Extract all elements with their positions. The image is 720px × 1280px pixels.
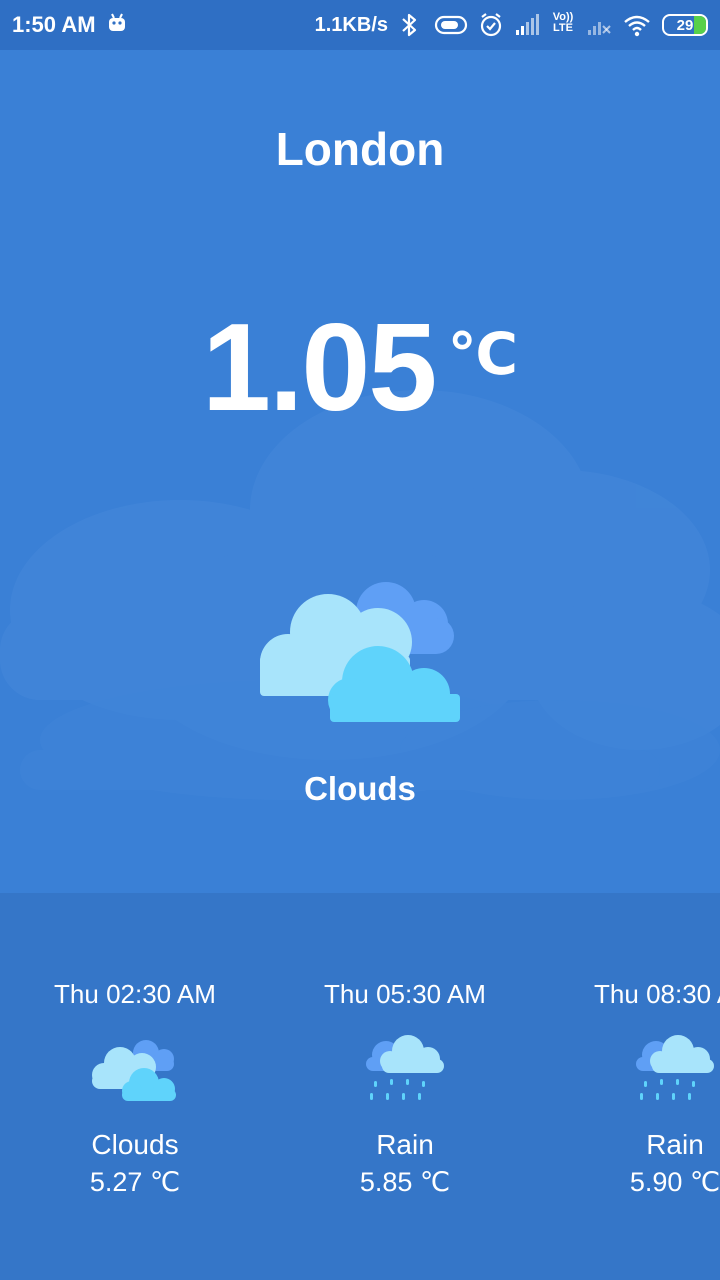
status-time: 1:50 AM <box>12 12 96 37</box>
signal-icon <box>514 12 540 38</box>
current-temperature: 1.05 ℃ <box>0 298 720 438</box>
forecast-time: Thu 02:30 AM <box>54 979 216 1009</box>
forecast-condition: Clouds <box>91 1129 179 1160</box>
forecast-condition: Rain <box>376 1129 434 1160</box>
rain-icon <box>636 1035 714 1100</box>
forecast-temperature: 5.90 ℃ <box>629 1167 720 1197</box>
rain-icon <box>366 1035 444 1100</box>
forecast-condition: Rain <box>646 1129 704 1160</box>
forecast-list[interactable]: Thu 02:30 AM Clouds 5.27 ℃ Thu 05:30 AM … <box>0 893 720 1280</box>
status-left: 1:50 AM <box>12 12 132 38</box>
city-name: London <box>275 123 445 175</box>
forecast-item[interactable]: Thu 05:30 AM Rain 5.85 ℃ <box>270 893 540 1280</box>
forecast-item[interactable]: Thu 02:30 AM Clouds 5.27 ℃ <box>0 893 270 1280</box>
forecast-time: Thu 05:30 AM <box>324 979 486 1009</box>
status-right: 1.1KB/s Vo)) LTE 29 <box>315 12 708 38</box>
battery-icon: 29 <box>662 14 708 36</box>
temperature-unit: ℃ <box>447 322 519 387</box>
toggle-icon <box>434 12 468 38</box>
current-weather-panel: London 1.05 ℃ Clouds <box>0 50 720 893</box>
forecast-temperature: 5.85 ℃ <box>359 1167 451 1197</box>
alarm-icon <box>478 12 504 38</box>
android-notification-icon <box>106 12 132 38</box>
battery-fill <box>694 16 706 34</box>
lte-bottom-label: LTE <box>553 22 573 34</box>
clouds-icon <box>260 582 460 722</box>
lte-icon: Vo)) LTE <box>550 12 576 38</box>
forecast-time: Thu 08:30 AM <box>594 979 720 1009</box>
current-condition: Clouds <box>304 770 416 807</box>
temperature-value: 1.05 <box>201 299 437 437</box>
forecast-temperature: 5.27 ℃ <box>89 1167 181 1197</box>
battery-level: 29 <box>676 16 694 34</box>
forecast-item[interactable]: Thu 08:30 AM Rain 5.90 ℃ <box>540 893 720 1280</box>
clouds-icon <box>92 1040 176 1101</box>
signal-no-service-icon <box>586 12 612 38</box>
background-clouds-illustration <box>0 390 720 800</box>
bluetooth-icon <box>398 12 424 38</box>
network-speed: 1.1KB/s <box>314 13 388 36</box>
status-bar: 1:50 AM 1.1KB/s Vo)) LTE 29 <box>0 0 720 50</box>
wifi-icon <box>622 12 652 38</box>
